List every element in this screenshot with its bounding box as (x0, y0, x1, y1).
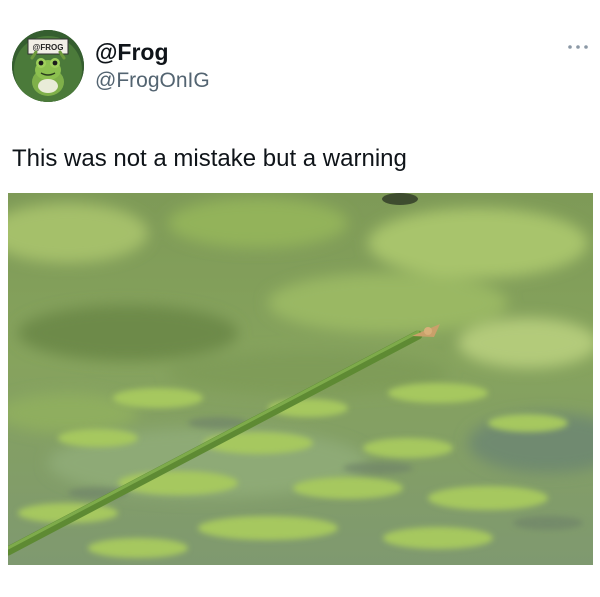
tweet-media-video[interactable] (8, 193, 593, 565)
frog-avatar-icon: @FROG (12, 30, 84, 102)
tweet-card: @FROG @Frog @FrogOnIG This was not a mis… (0, 0, 600, 597)
more-options-icon[interactable] (566, 40, 590, 54)
avatar-sign-text: @FROG (33, 43, 64, 52)
author-display-name[interactable]: @Frog (95, 38, 169, 66)
author-avatar[interactable]: @FROG (12, 30, 84, 102)
tweet-text: This was not a mistake but a warning (12, 145, 407, 172)
pond-reed-image (8, 193, 593, 565)
author-handle[interactable]: @FrogOnIG (95, 68, 210, 94)
